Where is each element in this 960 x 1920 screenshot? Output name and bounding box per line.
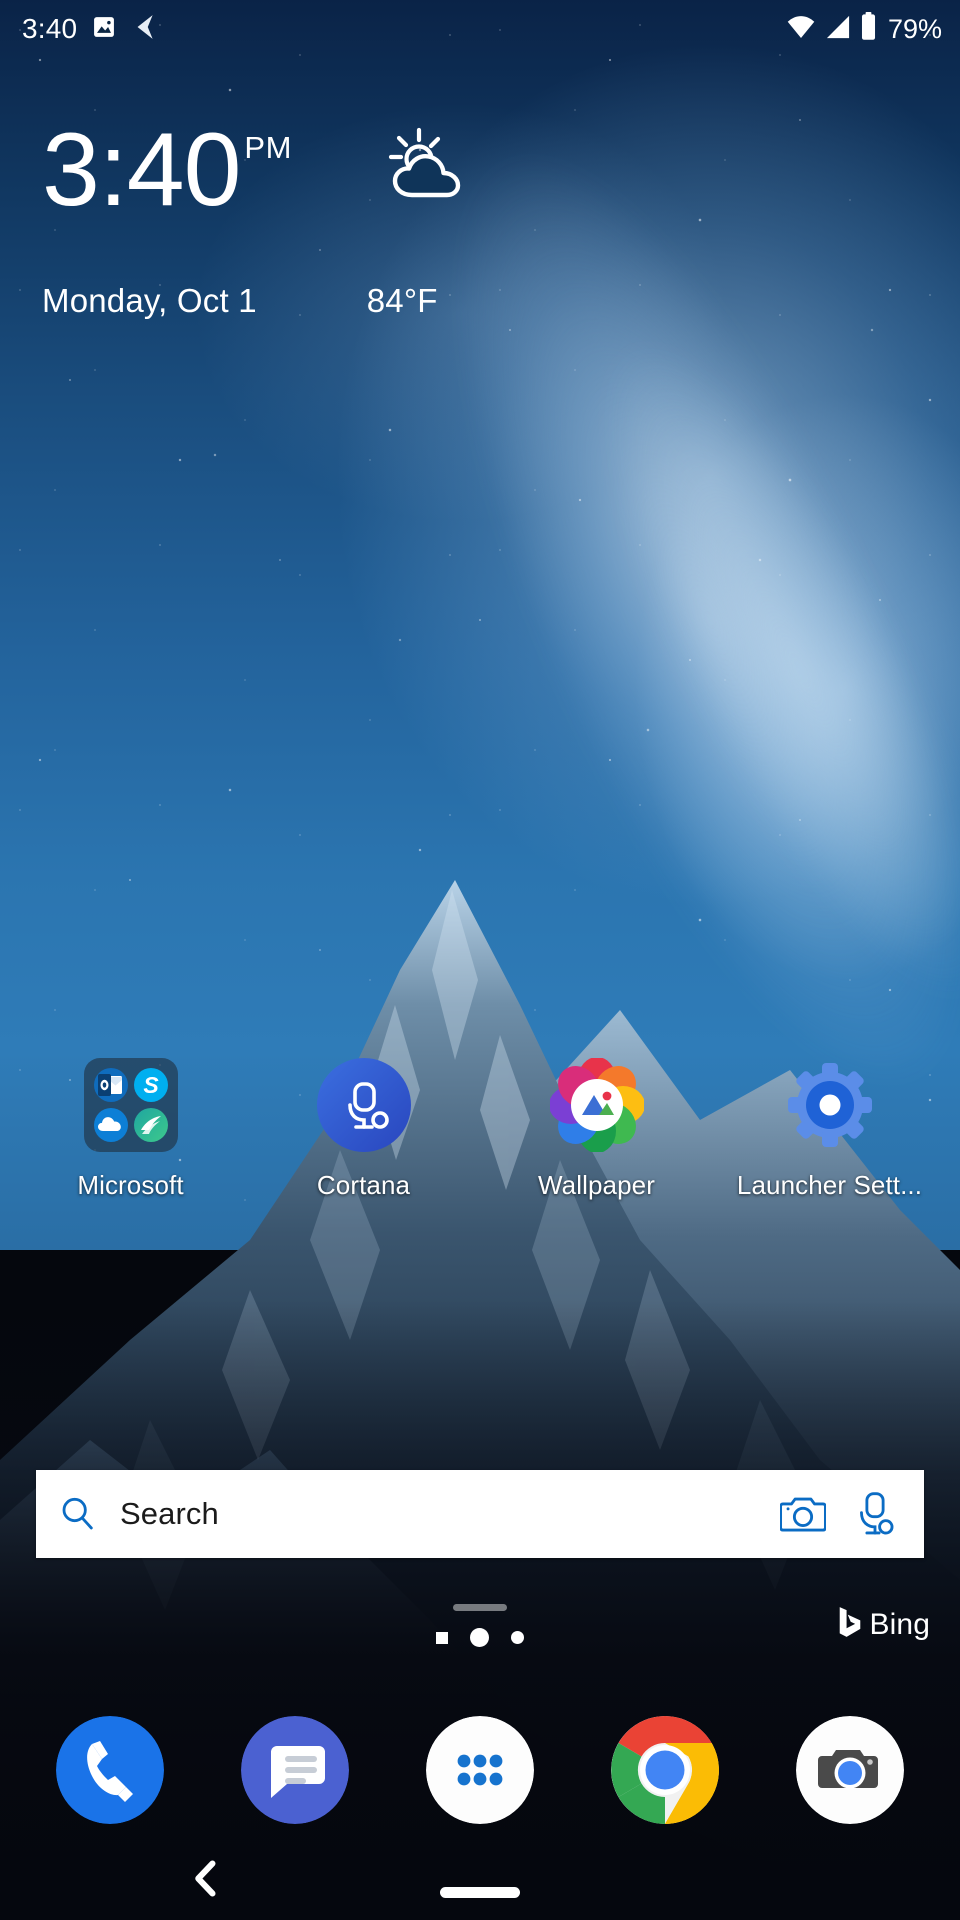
cellular-signal-icon <box>824 14 852 45</box>
outlook-icon <box>93 1068 128 1102</box>
phone-icon[interactable] <box>56 1716 165 1824</box>
microsoft-folder-icon[interactable]: S <box>83 1058 178 1152</box>
camera-icon[interactable] <box>795 1716 904 1824</box>
widget-date-label[interactable]: Monday, Oct 1 <box>42 282 257 320</box>
page-dot-1[interactable] <box>436 1631 448 1644</box>
app-label: Cortana <box>316 1170 411 1200</box>
clock-weather-widget[interactable]: 3:40 PM Monday, Oct 1 84°F <box>0 118 960 320</box>
page-dot-3[interactable] <box>511 1631 524 1644</box>
camera-search-icon[interactable] <box>780 1493 826 1535</box>
status-bar-right: 79% <box>786 12 942 46</box>
chrome-icon[interactable] <box>610 1716 719 1824</box>
home-screen-app-row: S Microsoft Cortana Wallpaper Launcher S… <box>0 1057 960 1201</box>
back-icon[interactable] <box>190 1860 220 1902</box>
app-label: Microsoft <box>77 1170 184 1200</box>
wallpaper-icon[interactable] <box>548 1057 645 1153</box>
app-item-cortana[interactable]: Cortana <box>264 1058 464 1201</box>
date-weather-row: Monday, Oct 1 84°F <box>0 282 960 320</box>
dock <box>0 1705 960 1835</box>
drawer-handle[interactable] <box>453 1604 507 1611</box>
status-bar-clock: 3:40 <box>22 13 78 44</box>
svg-text:S: S <box>143 1072 159 1098</box>
swiftkey-icon <box>133 1108 168 1142</box>
widget-clock-time[interactable]: 3:40 <box>42 118 241 222</box>
back-gesture-icon <box>131 13 157 46</box>
battery-icon <box>860 12 877 46</box>
bing-search-bar[interactable]: Search <box>36 1470 924 1558</box>
launcher-settings-gear-icon[interactable] <box>783 1058 877 1152</box>
clock-row: 3:40 PM <box>0 118 960 230</box>
image-notification-icon <box>90 13 118 46</box>
bing-branding[interactable]: Bing <box>837 1606 930 1643</box>
app-label: Launcher Sett... <box>736 1170 923 1200</box>
cortana-voice-icon[interactable] <box>854 1491 896 1537</box>
bing-label: Bing <box>869 1607 930 1641</box>
partly-cloudy-icon[interactable] <box>380 126 476 211</box>
app-item-wallpaper[interactable]: Wallpaper <box>497 1057 697 1201</box>
app-item-launcher-settings[interactable]: Launcher Sett... <box>730 1058 930 1201</box>
search-input[interactable]: Search <box>120 1496 780 1532</box>
status-bar-left: 3:40 <box>22 13 157 46</box>
messages-icon[interactable] <box>241 1716 350 1824</box>
skype-icon: S <box>133 1068 168 1102</box>
status-bar: 3:40 79% <box>0 0 960 58</box>
battery-percent-label: 79% <box>887 13 942 44</box>
app-label: Wallpaper <box>538 1170 655 1200</box>
home-pill[interactable] <box>440 1887 520 1898</box>
app-drawer-icon[interactable] <box>425 1716 534 1824</box>
widget-temperature-label[interactable]: 84°F <box>367 282 438 320</box>
search-icon <box>58 1494 98 1534</box>
page-indicator[interactable] <box>436 1628 524 1647</box>
widget-clock-ampm: PM <box>244 130 292 165</box>
cortana-icon[interactable] <box>316 1058 411 1152</box>
app-item-microsoft-folder[interactable]: S Microsoft <box>31 1058 231 1201</box>
onedrive-icon <box>93 1108 128 1142</box>
page-dot-2-current[interactable] <box>470 1628 489 1647</box>
bing-logo-icon <box>837 1606 863 1643</box>
navigation-bar <box>0 1842 960 1920</box>
wifi-icon <box>786 14 816 45</box>
